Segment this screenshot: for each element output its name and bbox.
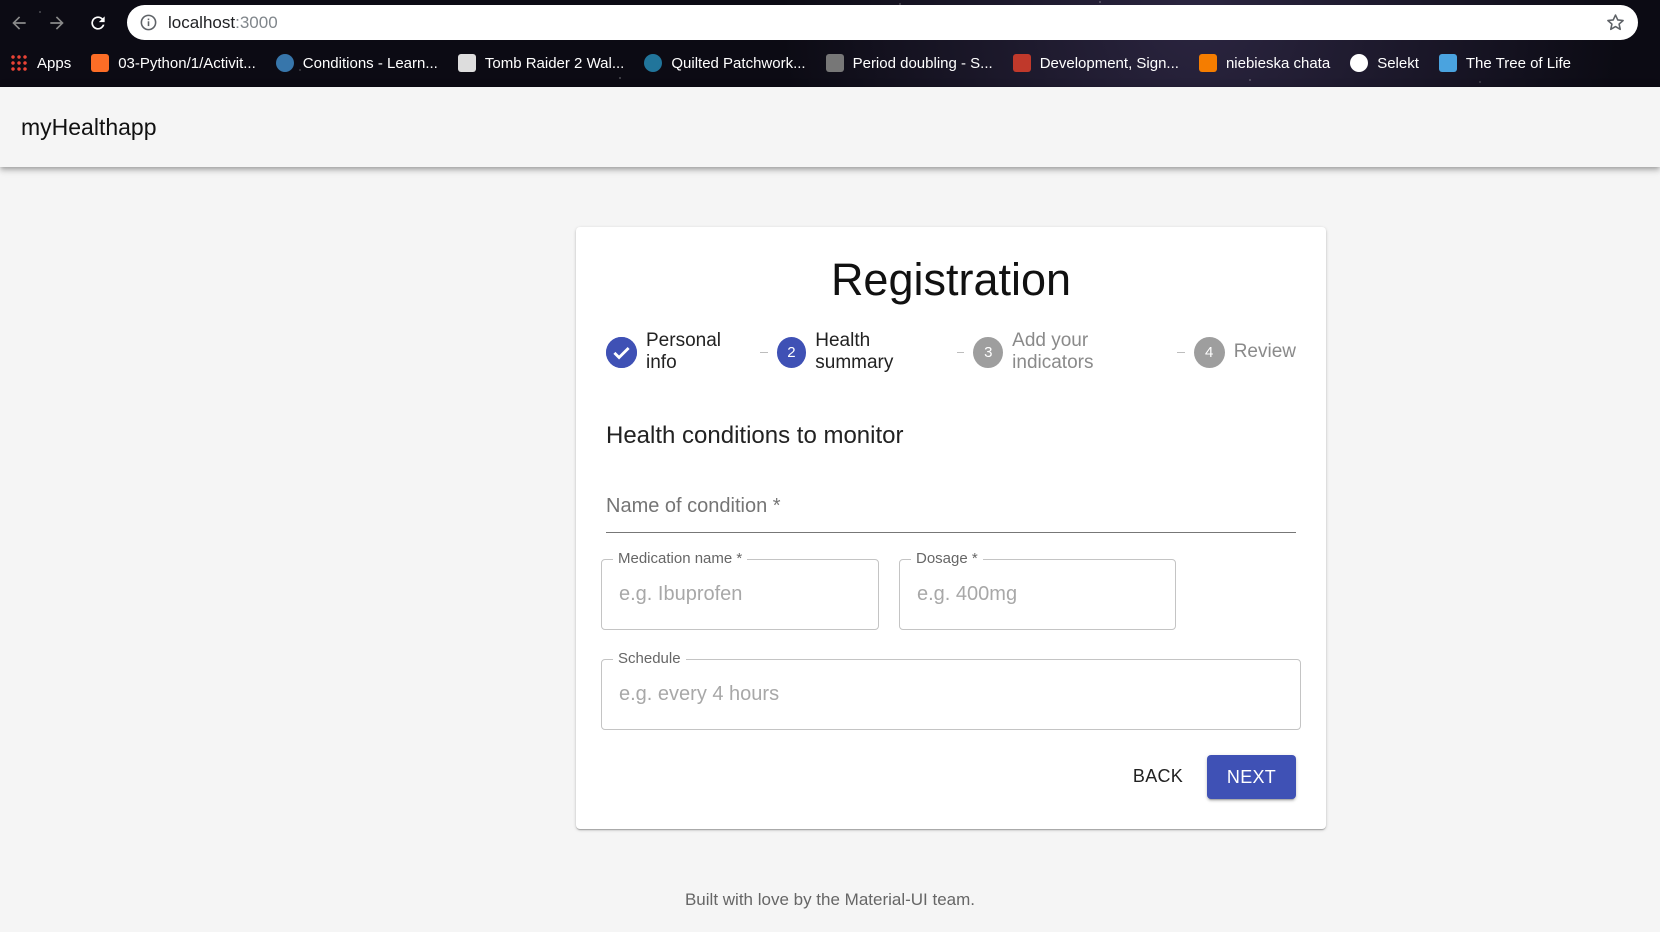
app-title: myHealthapp: [21, 114, 157, 140]
bookmark-item[interactable]: 03-Python/1/Activit...: [91, 54, 256, 72]
back-nav-button[interactable]: [5, 9, 33, 37]
section-title: Health conditions to monitor: [606, 422, 904, 449]
url-host: localhost: [168, 13, 236, 32]
url-port: :3000: [235, 13, 278, 32]
address-bar[interactable]: localhost:3000: [127, 5, 1638, 40]
bookmark-label: 03-Python/1/Activit...: [118, 54, 256, 72]
bookmark-item[interactable]: The Tree of Life: [1438, 54, 1571, 72]
footer-text: Built with love by the Material-UI team.: [684, 890, 976, 909]
bookmark-item[interactable]: Apps: [10, 54, 71, 72]
step-number-badge: 2: [776, 336, 807, 368]
bookmark-item[interactable]: Development, Sign...: [1012, 54, 1179, 72]
condition-name-field[interactable]: Name of condition *: [606, 490, 1296, 533]
bookmarks-bar: Apps 03-Python/1/Activit... Conditions - L…: [0, 48, 1660, 78]
step-label: Personal info: [646, 330, 721, 373]
bookmark-item[interactable]: Quilted Patchwork...: [644, 54, 806, 72]
bookmark-item[interactable]: niebieska chata: [1198, 54, 1331, 72]
bookmark-item[interactable]: Conditions - Learn...: [275, 54, 438, 72]
arrow-right-icon: [50, 16, 64, 30]
step-label: Health summary: [815, 330, 894, 373]
back-button[interactable]: BACK: [1123, 755, 1193, 797]
next-button[interactable]: NEXT: [1207, 755, 1296, 799]
python-icon: [275, 54, 294, 72]
tree-icon: [1438, 54, 1457, 72]
gitlab-icon: [91, 54, 110, 72]
bookmark-label: Selekt: [1377, 54, 1419, 72]
step-number-badge: 3: [973, 336, 1004, 368]
bookmark-star-icon[interactable]: [1605, 12, 1626, 33]
dosage-field[interactable]: Dosage * e.g. 400mg: [899, 550, 1176, 630]
pattern-icon: [1012, 54, 1031, 72]
condition-name-label: Name of condition *: [606, 495, 781, 517]
bookmark-label: Tomb Raider 2 Wal...: [484, 54, 625, 72]
schedule-field[interactable]: Schedule e.g. every 4 hours: [601, 650, 1301, 730]
step-number-badge: 4: [1193, 336, 1225, 368]
app-bar: myHealthapp: [0, 87, 1660, 167]
info-icon[interactable]: [139, 13, 158, 32]
schedule-placeholder: e.g. every 4 hours: [619, 683, 780, 705]
stepper: Personal info 2 Health summary 3 Add you…: [606, 330, 1297, 373]
bookmark-label: Apps: [37, 54, 72, 72]
bookmark-item[interactable]: Selekt: [1350, 54, 1419, 72]
page-title: Registration: [830, 254, 1072, 305]
step-add-indicators: 3 Add your indicators: [973, 330, 1168, 374]
url-text[interactable]: localhost:3000: [168, 5, 278, 40]
forward-nav-button[interactable]: [43, 9, 71, 37]
fractal-icon: [825, 54, 844, 72]
bookmark-label: Conditions - Learn...: [302, 54, 438, 72]
step-connector: [956, 351, 965, 353]
bookmark-label: Development, Sign...: [1039, 54, 1179, 72]
reload-button[interactable]: [84, 9, 112, 37]
wordpress-icon: [644, 54, 663, 72]
registration-card: Registration Personal info 2 Health summ…: [576, 227, 1326, 829]
bookmark-label: The Tree of Life: [1465, 54, 1571, 72]
bookmark-item[interactable]: Period doubling - S...: [825, 54, 993, 72]
medication-name-field[interactable]: Medication name * e.g. Ibuprofen: [601, 550, 879, 630]
step-health-summary: 2 Health summary: [776, 330, 948, 374]
bookmark-item[interactable]: Tomb Raider 2 Wal...: [457, 54, 625, 72]
apps-grid-icon: [10, 54, 28, 72]
step-label: Review: [1233, 341, 1297, 362]
check-circle-icon: [606, 336, 637, 368]
arrow-left-icon: [12, 16, 26, 30]
step-review: 4 Review: [1193, 336, 1297, 368]
blogger-icon: [1198, 54, 1217, 72]
bookmark-label: Quilted Patchwork...: [671, 54, 806, 72]
reload-icon: [91, 16, 105, 30]
browser-chrome: localhost:3000 Apps 03-Python/1/Activit..…: [0, 0, 1660, 87]
step-completed-badge: [606, 336, 637, 368]
step-personal-info: Personal info: [606, 330, 751, 374]
step-label: Add your indicators: [1012, 330, 1094, 373]
step-connector: [1177, 351, 1185, 353]
medication-name-placeholder: e.g. Ibuprofen: [619, 583, 743, 605]
dosage-placeholder: e.g. 400mg: [917, 583, 1018, 605]
tomb-raider-icon: [457, 54, 476, 72]
step-connector: [759, 351, 768, 353]
bookmark-label: niebieska chata: [1225, 54, 1331, 72]
bookmark-label: Period doubling - S...: [852, 54, 993, 72]
globe-icon: [1350, 54, 1369, 72]
